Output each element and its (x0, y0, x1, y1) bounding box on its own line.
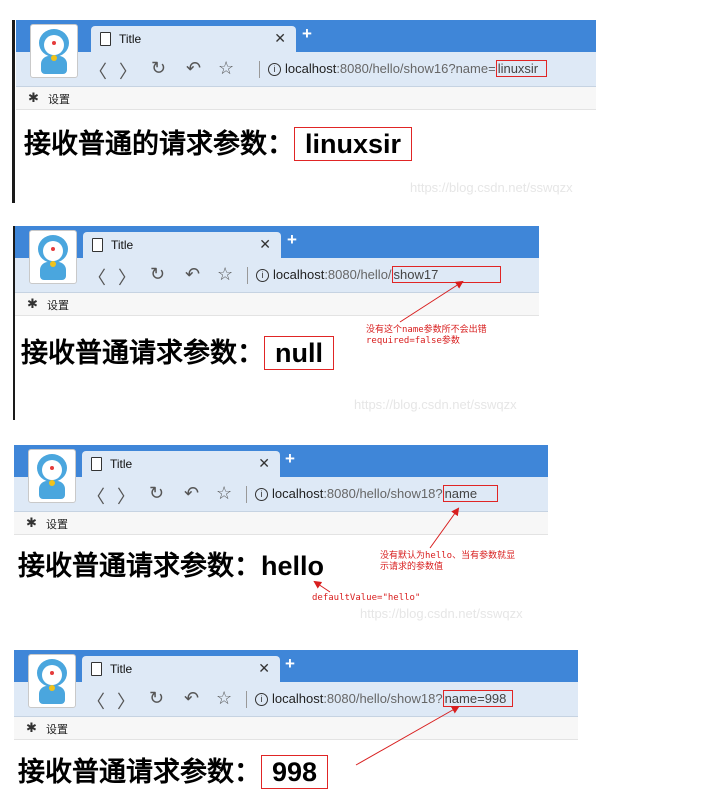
url-highlight: name (442, 485, 499, 502)
watermark: https://blog.csdn.net/sswqzx (354, 397, 517, 412)
forward-icon[interactable]: 〉 (118, 264, 136, 290)
reload-icon[interactable]: ↻ (149, 688, 164, 709)
url-highlight: name=998 (442, 690, 514, 707)
param-value: 998 (261, 755, 329, 789)
watermark: https://blog.csdn.net/sswqzx (410, 180, 573, 195)
star-icon[interactable]: ☆ (216, 688, 232, 709)
divider (247, 267, 248, 284)
star-icon[interactable]: ☆ (218, 58, 234, 79)
param-value: linuxsir (294, 127, 413, 161)
undo-icon[interactable]: ↶ (184, 688, 199, 709)
tab-label: Title (110, 457, 133, 471)
close-icon[interactable]: ✕ (259, 236, 271, 253)
tab-label: Title (110, 662, 133, 676)
bookmarks-bar: ✱ 设置 (15, 293, 539, 316)
annotation-note: 没有这个name参数所不会出错 required=false参数 (366, 325, 487, 346)
arrow-default (313, 580, 331, 593)
annotation-default: defaultValue="hello" (312, 593, 421, 603)
document-icon (91, 457, 102, 471)
param-value: null (264, 336, 334, 370)
reload-icon[interactable]: ↻ (150, 264, 165, 285)
info-icon: i (255, 693, 268, 706)
page-heading: 接收普通请求参数： 998 (18, 750, 329, 789)
tab-title[interactable]: Title ✕ (82, 656, 280, 682)
close-icon[interactable]: ✕ (274, 30, 286, 47)
forward-icon[interactable]: 〉 (117, 688, 135, 714)
document-icon (100, 32, 111, 46)
gear-icon: ✱ (28, 90, 39, 105)
new-tab-icon[interactable]: + (285, 449, 295, 469)
star-icon[interactable]: ☆ (217, 264, 233, 285)
tab-label: Title (119, 32, 142, 46)
url-highlight: show17 (391, 266, 502, 283)
info-icon: i (256, 269, 269, 282)
new-tab-icon[interactable]: + (302, 24, 312, 44)
close-icon[interactable]: ✕ (258, 660, 270, 677)
info-icon: i (268, 63, 281, 76)
star-icon[interactable]: ☆ (216, 483, 232, 504)
avatar[interactable] (28, 449, 76, 503)
navigation-bar: 〈 〉 ↻ ↶ ☆ i localhost:8080/hello/show18? n… (14, 682, 578, 717)
new-tab-icon[interactable]: + (287, 230, 297, 250)
new-tab-icon[interactable]: + (285, 654, 295, 674)
page-heading: 接收普通请求参数：hello (18, 551, 325, 582)
back-icon[interactable]: 〈 (87, 688, 105, 714)
bookmark-settings[interactable]: 设置 (48, 91, 70, 107)
address-bar[interactable]: i localhost:8080/hello/show16?name= linuxs… (268, 60, 548, 77)
browser-window-3: Title ✕ + 〈 〉 ↻ ↶ ☆ i localhost:8080/hell… (14, 445, 548, 535)
bookmark-settings[interactable]: 设置 (46, 721, 68, 737)
document-icon (91, 662, 102, 676)
browser-window-1: Title ✕ + 〈 〉 ↻ ↶ ☆ i localhost:8080/hell… (16, 20, 596, 110)
navigation-bar: 〈 〉 ↻ ↶ ☆ i localhost:8080/hello/show16?n… (16, 52, 596, 87)
divider (259, 61, 260, 78)
url-highlight: linuxsir (495, 60, 548, 77)
browser-window-4: Title ✕ + 〈 〉 ↻ ↶ ☆ i localhost:8080/hell… (14, 650, 578, 740)
bookmark-settings[interactable]: 设置 (46, 516, 68, 532)
bookmarks-bar: ✱ 设置 (16, 87, 596, 110)
avatar[interactable] (28, 654, 76, 708)
gear-icon: ✱ (27, 296, 38, 311)
forward-icon[interactable]: 〉 (119, 58, 137, 84)
undo-icon[interactable]: ↶ (185, 264, 200, 285)
panel-border (12, 20, 15, 203)
avatar[interactable] (29, 230, 77, 284)
reload-icon[interactable]: ↻ (151, 58, 166, 79)
gear-icon: ✱ (26, 515, 37, 530)
tab-label: Title (111, 238, 134, 252)
back-icon[interactable]: 〈 (88, 264, 106, 290)
divider (246, 486, 247, 503)
navigation-bar: 〈 〉 ↻ ↶ ☆ i localhost:8080/hello/show17 (15, 258, 539, 293)
watermark: https://blog.csdn.net/sswqzx (360, 606, 523, 621)
annotation-note: 没有默认为hello、当有参数就显 示请求的参数值 (380, 551, 516, 572)
avatar[interactable] (30, 24, 78, 78)
param-value: hello (261, 551, 325, 581)
undo-icon[interactable]: ↶ (184, 483, 199, 504)
close-icon[interactable]: ✕ (258, 455, 270, 472)
address-bar[interactable]: i localhost:8080/hello/show18? name (255, 485, 499, 502)
info-icon: i (255, 488, 268, 501)
document-icon (92, 238, 103, 252)
address-bar[interactable]: i localhost:8080/hello/show18? name=998 (255, 690, 514, 707)
browser-window-2: Title ✕ + 〈 〉 ↻ ↶ ☆ i localhost:8080/hell… (15, 226, 539, 316)
page-heading: 接收普通请求参数： null (21, 331, 334, 370)
tab-title[interactable]: Title ✕ (83, 232, 281, 258)
page-heading: 接收普通的请求参数： linuxsir (24, 122, 413, 161)
navigation-bar: 〈 〉 ↻ ↶ ☆ i localhost:8080/hello/show18? n… (14, 477, 548, 512)
tab-title[interactable]: Title ✕ (91, 26, 296, 52)
address-bar[interactable]: i localhost:8080/hello/show17 (256, 266, 502, 283)
bookmark-settings[interactable]: 设置 (47, 297, 69, 313)
gear-icon: ✱ (26, 720, 37, 735)
back-icon[interactable]: 〈 (89, 58, 107, 84)
divider (246, 691, 247, 708)
forward-icon[interactable]: 〉 (117, 483, 135, 509)
bookmarks-bar: ✱ 设置 (14, 512, 548, 535)
undo-icon[interactable]: ↶ (186, 58, 201, 79)
bookmarks-bar: ✱ 设置 (14, 717, 578, 740)
back-icon[interactable]: 〈 (87, 483, 105, 509)
reload-icon[interactable]: ↻ (149, 483, 164, 504)
tab-title[interactable]: Title ✕ (82, 451, 280, 477)
